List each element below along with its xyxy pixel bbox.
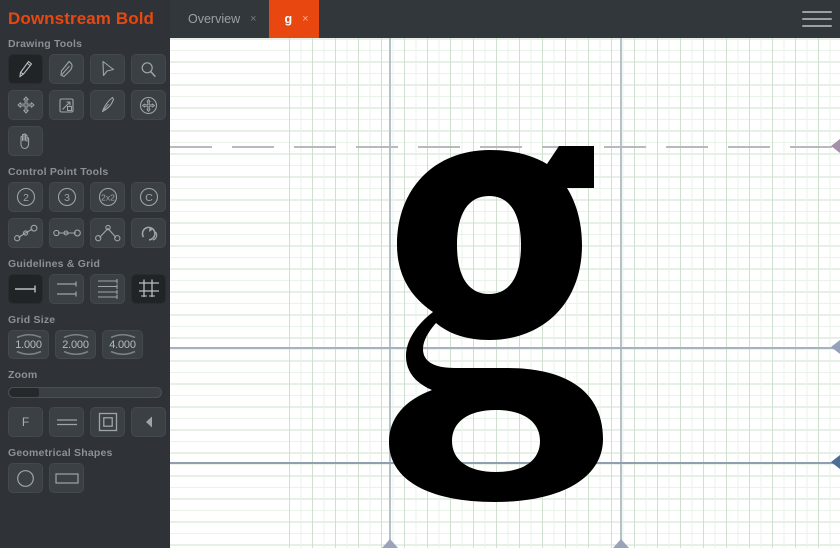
tool-sidebar: Downstream Bold Drawing Tools Control Po…: [0, 0, 170, 548]
section-label-geometrical-shapes: Geometrical Shapes: [8, 447, 113, 459]
rectangle-shape-tool[interactable]: [49, 463, 84, 493]
grid-size-4[interactable]: 4.000: [102, 330, 143, 359]
left-sidebearing-guideline-marker[interactable]: [382, 539, 398, 548]
point-2x2-tool[interactable]: 2x2: [90, 182, 125, 212]
section-guidelines-grid: Guidelines & Grid: [0, 258, 170, 304]
zoom-fit-glyph: F: [21, 415, 30, 429]
select-arrow-tool[interactable]: [90, 54, 125, 84]
point-2-tool[interactable]: 2: [8, 182, 43, 212]
zoom-slider-wrap: [0, 385, 170, 398]
control-point-tools-grid: 2 3 2x2 C: [0, 182, 170, 248]
pen-tool[interactable]: [8, 54, 43, 84]
section-geometrical-shapes: Geometrical Shapes: [0, 447, 170, 493]
glyph-canvas[interactable]: [170, 38, 840, 548]
section-label-control-point-tools: Control Point Tools: [8, 166, 109, 178]
tab-overview-close-icon[interactable]: ×: [250, 13, 256, 25]
app-title: Downstream Bold: [8, 9, 155, 28]
grid-size-4-value: 4.000: [109, 338, 136, 351]
right-sidebearing-guideline-marker[interactable]: [613, 539, 629, 548]
panel-collapse-tool[interactable]: [131, 407, 166, 437]
zoom-slider[interactable]: [8, 387, 162, 398]
node-curve-tool[interactable]: [8, 218, 43, 248]
font-editor-window: Downstream Bold Drawing Tools Control Po…: [0, 0, 840, 548]
transform-tool[interactable]: [49, 90, 84, 120]
drawing-tools-grid: [0, 54, 170, 156]
grid-size-1[interactable]: 1.000: [8, 330, 49, 359]
section-grid-size: Grid Size 1.000 2.000 4.000: [0, 314, 170, 359]
point-c-tool[interactable]: C: [131, 182, 166, 212]
x-height-guideline-marker[interactable]: [831, 340, 840, 354]
guidelines-grid-tools: [0, 274, 170, 304]
magnifier-tool[interactable]: [131, 54, 166, 84]
node-corner-tool[interactable]: [90, 218, 125, 248]
tab-bar: Overview × g ×: [170, 0, 840, 38]
ascender-guideline[interactable]: [170, 146, 840, 148]
stepper-down-icon[interactable]: [9, 351, 48, 356]
stepper-up-icon[interactable]: [103, 333, 142, 338]
baseline-guideline-marker[interactable]: [831, 455, 840, 469]
grid-size-1-value: 1.000: [15, 338, 42, 351]
tabs: Overview × g ×: [170, 0, 840, 38]
section-zoom: Zoom F: [0, 369, 170, 437]
stepper-down-icon[interactable]: [56, 351, 95, 356]
tab-overview-label: Overview: [188, 12, 241, 26]
target-tool[interactable]: [131, 90, 166, 120]
point-3-tool[interactable]: 3: [49, 182, 84, 212]
section-drawing-tools: Drawing Tools: [0, 38, 170, 156]
grid-size-2-value: 2.000: [62, 338, 89, 351]
ellipse-shape-tool[interactable]: [8, 463, 43, 493]
hand-tool[interactable]: [8, 126, 43, 156]
move-tool[interactable]: [8, 90, 43, 120]
guide-single-tool[interactable]: [8, 274, 43, 304]
grid-toggle-tool[interactable]: [131, 274, 166, 304]
x-height-guideline[interactable]: [170, 347, 840, 349]
point-3-glyph: 3: [64, 192, 70, 204]
vertical-grid-lines: [289, 38, 840, 548]
zoom-width-tool[interactable]: [49, 407, 84, 437]
tab-overview[interactable]: Overview ×: [170, 0, 269, 38]
section-label-grid-size: Grid Size: [8, 314, 56, 326]
zoom-fit-tool[interactable]: F: [8, 407, 43, 437]
hamburger-line: [802, 11, 832, 13]
point-c-glyph: C: [145, 192, 153, 204]
tab-glyph-g-close-icon[interactable]: ×: [302, 13, 308, 25]
stepper-up-icon[interactable]: [56, 333, 95, 338]
guide-multi-tool[interactable]: [90, 274, 125, 304]
geometrical-shapes-grid: [0, 463, 170, 493]
horizontal-grid-lines: [170, 38, 840, 548]
zoom-tools-grid: F: [0, 407, 170, 437]
tab-glyph-g-label: g: [284, 12, 293, 26]
stepper-down-icon[interactable]: [103, 351, 142, 356]
zoom-slider-fill: [9, 388, 40, 397]
glyph-outline-g[interactable]: [389, 142, 620, 502]
node-rotate-tool[interactable]: [131, 218, 166, 248]
marker-tool[interactable]: [49, 54, 84, 84]
section-label-drawing-tools: Drawing Tools: [8, 38, 83, 50]
stepper-up-icon[interactable]: [9, 333, 48, 338]
hamburger-line: [802, 18, 832, 20]
hamburger-menu-icon[interactable]: [802, 11, 832, 27]
node-line-tool[interactable]: [49, 218, 84, 248]
point-2-glyph: 2: [23, 192, 29, 204]
ascender-guideline-marker[interactable]: [831, 139, 840, 153]
point-2x2-glyph: 2x2: [101, 193, 115, 203]
section-control-point-tools: Control Point Tools 2 3 2x2 C: [0, 166, 170, 248]
hamburger-line: [802, 25, 832, 27]
grid-size-2[interactable]: 2.000: [55, 330, 96, 359]
section-label-zoom: Zoom: [8, 369, 38, 381]
tab-glyph-g[interactable]: g ×: [268, 0, 319, 38]
right-sidebearing-guideline[interactable]: [620, 38, 622, 548]
brush-tool[interactable]: [90, 90, 125, 120]
zoom-frame-tool[interactable]: [90, 407, 125, 437]
section-label-guidelines-grid: Guidelines & Grid: [8, 258, 101, 270]
left-sidebearing-guideline[interactable]: [389, 38, 391, 548]
grid-size-steppers: 1.000 2.000 4.000: [0, 330, 170, 359]
guide-double-tool[interactable]: [49, 274, 84, 304]
baseline-guideline[interactable]: [170, 462, 840, 464]
